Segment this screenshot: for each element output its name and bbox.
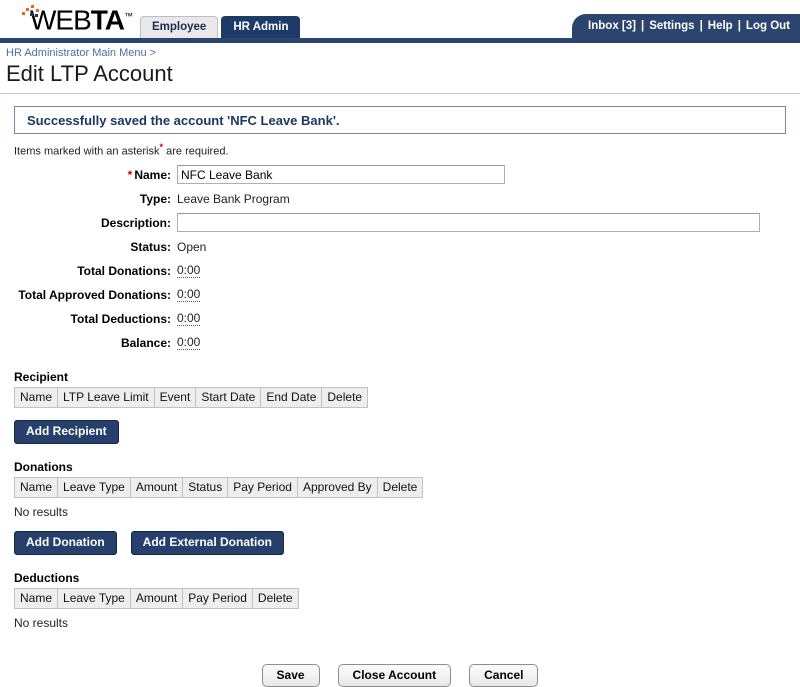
name-label-text: Name: <box>134 167 171 182</box>
donations-col-approved-by: Approved By <box>296 476 378 498</box>
total-deductions-label: Total Deductions: <box>70 311 171 326</box>
required-note-after: are required. <box>163 145 229 158</box>
form-row-description: Description: <box>14 212 786 234</box>
donations-col-pay-period: Pay Period <box>227 476 298 498</box>
description-label: Description: <box>100 215 171 230</box>
recipient-col-event: Event <box>153 386 197 408</box>
type-value: Leave Bank Program <box>177 191 290 206</box>
description-input[interactable] <box>177 213 760 233</box>
add-external-donation-button[interactable]: Add External Donation <box>130 530 284 555</box>
recipient-table: Name LTP Leave Limit Event Start Date En… <box>13 386 369 408</box>
total-donations-label: Total Donations: <box>77 263 171 278</box>
add-recipient-button[interactable]: Add Recipient <box>14 419 119 444</box>
cancel-button[interactable]: Cancel <box>469 663 539 687</box>
form-row-name: * Name: <box>14 164 786 186</box>
form-row-total-donations: Total Donations: 0:00 <box>14 260 786 282</box>
status-label: Status: <box>130 239 171 254</box>
save-button[interactable]: Save <box>261 663 320 687</box>
recipient-section: Recipient Name LTP Leave Limit Event Sta… <box>13 369 786 444</box>
account-form: *Name: Type: Leave Bank Program Descript… <box>14 164 786 354</box>
donations-section: Donations Name Leave Type Amount Status … <box>13 459 786 555</box>
deductions-col-delete: Delete <box>251 587 299 609</box>
required-fields-note: Items marked with an asterisk* are requi… <box>14 142 786 158</box>
recipient-actions: Add Recipient <box>14 419 786 444</box>
breadcrumb: HR Administrator Main Menu > <box>0 43 800 59</box>
donations-table: Name Leave Type Amount Status Pay Period… <box>13 476 424 498</box>
top-navigation: Inbox [3] | Settings | Help | Log Out <box>572 14 800 38</box>
recipient-col-name: Name <box>13 386 59 408</box>
type-label: Type: <box>139 191 171 206</box>
status-value: Open <box>177 239 207 254</box>
required-note-before: Items marked with an asterisk <box>14 145 160 158</box>
tab-hr-admin[interactable]: HR Admin <box>221 16 301 38</box>
footer-actions: Save Close Account Cancel <box>14 663 786 687</box>
balance-label: Balance: <box>120 335 171 350</box>
total-donations-value: 0:00 <box>177 263 201 279</box>
tab-hr-admin-label: HR Admin <box>233 21 289 33</box>
donations-col-delete: Delete <box>376 476 424 498</box>
deductions-col-amount: Amount <box>129 587 184 609</box>
donations-empty-text: No results <box>14 504 69 519</box>
add-donation-button[interactable]: Add Donation <box>14 530 117 555</box>
donations-actions: Add Donation Add External Donation <box>14 530 786 555</box>
logo-trademark: ™ <box>124 10 134 21</box>
logout-link[interactable]: Log Out <box>746 20 790 32</box>
deductions-empty-text: No results <box>14 615 69 630</box>
deductions-col-pay-period: Pay Period <box>182 587 253 609</box>
form-row-total-deductions: Total Deductions: 0:00 <box>14 308 786 330</box>
deductions-table: Name Leave Type Amount Pay Period Delete <box>13 587 299 609</box>
breadcrumb-link-hr-admin-main-menu[interactable]: HR Administrator Main Menu > <box>6 47 156 59</box>
recipient-col-delete: Delete <box>321 386 369 408</box>
recipient-header-row: Name LTP Leave Limit Event Start Date En… <box>13 386 369 408</box>
deductions-col-leave-type: Leave Type <box>57 587 131 609</box>
donations-col-name: Name <box>13 476 59 498</box>
page-title: Edit LTP Account <box>6 61 173 86</box>
name-required-asterisk: * <box>127 167 133 182</box>
total-approved-donations-label: Total Approved Donations: <box>18 287 171 302</box>
form-row-balance: Balance: 0:00 <box>14 332 786 354</box>
nav-separator-1: | <box>640 20 645 32</box>
main-tabs: Employee HR Admin <box>140 16 301 38</box>
tab-employee[interactable]: Employee <box>140 16 219 38</box>
page-content: Successfully saved the account 'NFC Leav… <box>0 106 800 687</box>
deductions-section: Deductions Name Leave Type Amount Pay Pe… <box>13 570 786 630</box>
nav-separator-3: | <box>737 20 741 32</box>
close-account-button[interactable]: Close Account <box>337 663 452 687</box>
donations-col-status: Status <box>182 476 229 498</box>
title-divider <box>0 93 800 94</box>
deductions-title: Deductions <box>14 570 80 585</box>
deductions-header-row: Name Leave Type Amount Pay Period Delete <box>13 587 299 609</box>
inbox-link[interactable]: Inbox [3] <box>588 20 636 32</box>
name-input[interactable] <box>177 165 505 185</box>
deductions-col-name: Name <box>13 587 59 609</box>
form-row-total-approved-donations: Total Approved Donations: 0:00 <box>14 284 786 306</box>
donations-col-leave-type: Leave Type <box>57 476 131 498</box>
donations-col-amount: Amount <box>129 476 184 498</box>
recipient-col-start-date: Start Date <box>195 386 262 408</box>
logo-text-bold: TA <box>90 4 125 35</box>
help-link[interactable]: Help <box>708 20 733 32</box>
total-deductions-value: 0:00 <box>177 311 201 327</box>
form-row-type: Type: Leave Bank Program <box>14 188 786 210</box>
recipient-col-end-date: End Date <box>260 386 323 408</box>
webta-logo: WEBTA™ <box>8 4 133 34</box>
logo-dots-icon <box>22 5 48 17</box>
settings-link[interactable]: Settings <box>649 20 694 32</box>
app-header: WEBTA™ Employee HR Admin Inbox [3] | Set… <box>0 0 800 38</box>
success-banner-text: Successfully saved the account 'NFC Leav… <box>27 112 340 128</box>
nav-separator-2: | <box>699 20 703 32</box>
name-label: * Name: <box>14 168 177 182</box>
donations-title: Donations <box>14 459 73 474</box>
tab-employee-label: Employee <box>152 21 207 33</box>
donations-header-row: Name Leave Type Amount Status Pay Period… <box>13 476 424 498</box>
success-banner: Successfully saved the account 'NFC Leav… <box>14 106 786 134</box>
form-row-status: Status: Open <box>14 236 786 258</box>
balance-value: 0:00 <box>177 335 201 351</box>
total-approved-donations-value: 0:00 <box>177 287 201 303</box>
recipient-col-ltp-leave-limit: LTP Leave Limit <box>57 386 155 408</box>
recipient-title: Recipient <box>14 369 69 384</box>
